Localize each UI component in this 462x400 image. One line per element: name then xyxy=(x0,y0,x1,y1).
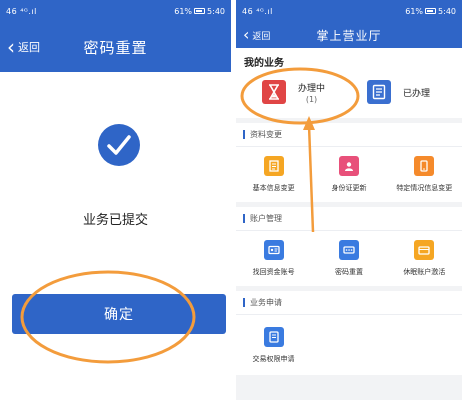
dormant-account-activation-button[interactable]: 休眠账户激活 xyxy=(387,231,462,286)
section-business-application: 业务申请 交易权限申请 xyxy=(236,291,462,375)
back-button[interactable]: ‹ 返回 xyxy=(0,37,40,57)
recover-account-button[interactable]: 找回资金账号 xyxy=(236,231,311,286)
phone-card-icon xyxy=(414,156,435,176)
document-icon xyxy=(263,156,284,176)
right-phone-screen: 46 ⁴ᴳ.ıl 61% 5:40 ‹ 返回 掌上营业厅 我的业务 办理中 (1… xyxy=(236,0,462,400)
section-title: 账户管理 xyxy=(250,214,282,223)
back-label: 返回 xyxy=(252,31,271,42)
special-info-change-button[interactable]: 特定情况信息变更 xyxy=(387,147,462,202)
battery-percent: 61% xyxy=(405,6,424,16)
back-label: 返回 xyxy=(18,41,40,54)
nav-bar: ‹ 返回 密码重置 xyxy=(0,22,231,72)
my-business-card: 我的业务 办理中 (1) 已办理 xyxy=(236,48,462,118)
back-button[interactable]: ‹ 返回 xyxy=(236,27,270,43)
section-title: 资料变更 xyxy=(250,130,282,139)
wallet-icon xyxy=(414,240,435,260)
trading-permission-button[interactable]: 交易权限申请 xyxy=(236,315,311,375)
completed-label: 已办理 xyxy=(403,88,431,99)
battery-icon xyxy=(425,8,437,14)
nav-bar: ‹ 返回 掌上营业厅 xyxy=(236,22,462,48)
section-title: 业务申请 xyxy=(250,298,282,307)
clock: 5:40 xyxy=(207,6,225,16)
status-bar: 46 ⁴ᴳ.ıl 61% 5:40 xyxy=(0,0,231,22)
signal-indicator: 46 ⁴ᴳ.ıl xyxy=(242,6,273,16)
id-person-icon xyxy=(338,156,359,176)
in-progress-item[interactable]: 办理中 (1) xyxy=(244,80,349,104)
submitted-message: 业务已提交 xyxy=(82,213,148,228)
battery-icon xyxy=(194,8,206,14)
battery-percent: 61% xyxy=(174,6,193,16)
account-card-icon xyxy=(263,240,284,260)
completed-item[interactable]: 已办理 xyxy=(349,80,454,104)
basic-info-change-button[interactable]: 基本信息变更 xyxy=(236,147,311,202)
password-reset-button[interactable]: 密码重置 xyxy=(311,231,386,286)
success-check-icon xyxy=(98,124,140,166)
password-icon xyxy=(338,240,359,260)
in-progress-label: 办理中 xyxy=(298,83,326,94)
confirm-button[interactable]: 确定 xyxy=(12,294,226,334)
status-bar: 46 ⁴ᴳ.ıl 61% 5:40 xyxy=(236,0,462,22)
signal-indicator: 46 ⁴ᴳ.ıl xyxy=(6,6,37,16)
in-progress-count: (1) xyxy=(305,94,318,104)
permission-icon xyxy=(263,326,284,347)
my-business-heading: 我的业务 xyxy=(244,58,284,69)
id-card-update-button[interactable]: 身份证更新 xyxy=(311,147,386,202)
section-profile-change: 资料变更 基本信息变更 身份证更新 特定情况信息变更 xyxy=(236,123,462,202)
hourglass-icon xyxy=(262,80,286,104)
section-account-management: 账户管理 找回资金账号 密码重置 休眠账户激活 xyxy=(236,207,462,286)
checklist-icon xyxy=(367,80,391,104)
left-phone-screen: 46 ⁴ᴳ.ıl 61% 5:40 ‹ 返回 密码重置 业务已提交 确定 xyxy=(0,0,231,400)
chevron-left-icon: ‹ xyxy=(7,35,15,59)
chevron-left-icon: ‹ xyxy=(243,25,250,44)
clock: 5:40 xyxy=(438,6,456,16)
